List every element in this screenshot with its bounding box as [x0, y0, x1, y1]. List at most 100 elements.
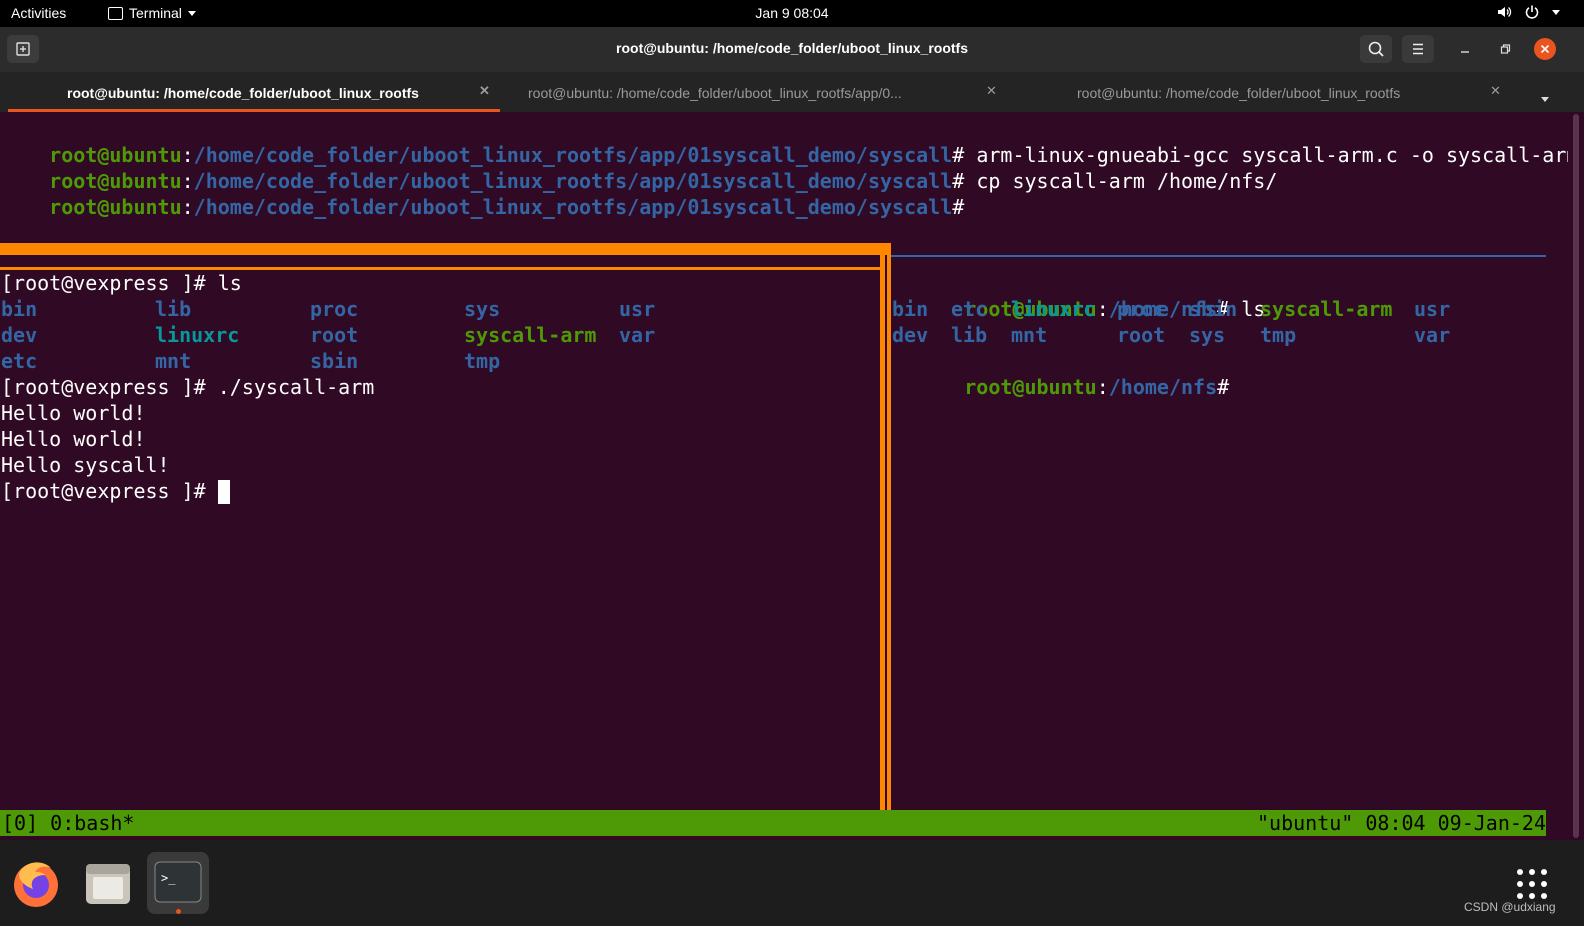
program-output-line: Hello world!	[1, 401, 146, 425]
dock-firefox[interactable]	[5, 852, 67, 914]
tmux-pane-border-active	[0, 243, 891, 255]
close-icon	[1540, 44, 1550, 54]
tmux-window-list[interactable]: [0] 0:bash*	[2, 810, 134, 836]
chevron-down-icon	[1541, 97, 1549, 102]
svg-text:>_: >_	[161, 871, 176, 885]
terminal-view[interactable]: root@ubuntu:/home/code_folder/uboot_linu…	[0, 112, 1578, 840]
ls-item: usr	[1414, 297, 1451, 321]
ls-item: dev	[1, 323, 38, 347]
tab-1[interactable]: root@ubuntu: /home/code_folder/uboot_lin…	[8, 72, 500, 112]
tab-label: root@ubuntu: /home/code_folder/uboot_lin…	[67, 85, 419, 101]
ls-item: syscall-arm	[1260, 297, 1393, 321]
new-tab-icon	[16, 42, 30, 56]
ls-item: usr	[619, 297, 656, 321]
power-icon	[1525, 5, 1539, 19]
tmux-status-right: "ubuntu" 08:04 09-Jan-24	[1257, 811, 1546, 835]
ls-item: var	[1414, 323, 1451, 347]
ls-item: linuxrc	[1011, 297, 1096, 321]
ls-item: etc	[1, 349, 38, 373]
top-bar: Activities Terminal Jan 9 08:04	[0, 0, 1584, 27]
restore-icon	[1500, 44, 1511, 54]
volume-icon	[1498, 7, 1512, 17]
tab-bar: root@ubuntu: /home/code_folder/uboot_lin…	[0, 72, 1584, 112]
ls-item: sbin	[1189, 297, 1238, 321]
close-window-button[interactable]	[1534, 38, 1556, 60]
terminal-line: root@ubuntu:/home/nfs#	[964, 375, 1230, 399]
ls-item: sys	[1189, 323, 1226, 347]
minimize-button[interactable]	[1456, 40, 1474, 58]
scrollbar-thumb[interactable]	[1573, 114, 1579, 838]
tab-close-icon[interactable]: ✕	[986, 83, 997, 99]
ls-item: sys	[464, 297, 501, 321]
ls-item: var	[619, 323, 656, 347]
ls-item: mnt	[155, 349, 192, 373]
dock-files[interactable]	[77, 852, 139, 914]
system-menu[interactable]	[1496, 4, 1560, 20]
ls-item: lib	[155, 297, 192, 321]
terminal-line: root@ubuntu:/home/code_folder/uboot_linu…	[49, 143, 1579, 167]
tab-close-icon[interactable]: ✕	[1490, 83, 1501, 99]
ls-item: tmp	[464, 349, 501, 373]
right-pane[interactable]: root@ubuntu:/home/nfs# ls bin etc linuxr…	[891, 270, 1546, 810]
search-button[interactable]	[1360, 35, 1392, 63]
firefox-icon	[14, 862, 58, 907]
dock: >_	[0, 840, 1584, 926]
terminal-line: root@ubuntu:/home/code_folder/uboot_linu…	[49, 169, 1278, 193]
running-indicator	[176, 909, 181, 914]
ls-item: linuxrc	[155, 323, 240, 347]
ls-item: root	[1117, 323, 1166, 347]
tmux-vertical-divider-gap	[885, 255, 887, 810]
files-icon	[86, 864, 130, 904]
tmux-pane-border-right	[891, 255, 1546, 257]
new-tab-button[interactable]	[7, 35, 39, 63]
ls-item: syscall-arm	[464, 323, 597, 347]
search-icon	[1368, 41, 1384, 57]
hamburger-menu-button[interactable]	[1402, 35, 1434, 63]
ls-item: proc	[1117, 297, 1166, 321]
tab-label: root@ubuntu: /home/code_folder/uboot_lin…	[1077, 85, 1401, 101]
terminal-app-icon	[108, 6, 123, 20]
terminal-line: [root@vexpress ]# ./syscall-arm	[1, 375, 375, 399]
ls-item: mnt	[1011, 323, 1048, 347]
tab-label: root@ubuntu: /home/code_folder/uboot_lin…	[528, 85, 902, 101]
terminal-line: root@ubuntu:/home/code_folder/uboot_linu…	[49, 195, 965, 219]
left-pane[interactable]: [root@vexpress ]# ls bin lib proc sys us…	[0, 270, 880, 810]
prompt-text: [root@vexpress ]#	[1, 479, 218, 503]
app-menu-label: Terminal	[129, 5, 182, 21]
ls-item: proc	[310, 297, 359, 321]
program-output-line: Hello world!	[1, 427, 146, 451]
chevron-down-icon	[1552, 9, 1560, 15]
terminal-icon: >_	[154, 861, 202, 903]
ls-row: bin	[1, 297, 38, 321]
program-output-line: Hello syscall!	[1, 453, 170, 477]
ls-item: etc	[951, 297, 988, 321]
window-title: root@ubuntu: /home/code_folder/uboot_lin…	[616, 40, 968, 56]
tab-list-button[interactable]	[1541, 89, 1549, 105]
tab-2[interactable]: root@ubuntu: /home/code_folder/uboot_lin…	[508, 72, 1008, 112]
chevron-down-icon	[187, 10, 196, 16]
terminal-line: [root@vexpress ]# ls	[1, 271, 242, 295]
watermark: CSDN @udxiang	[1464, 900, 1556, 914]
dock-terminal[interactable]: >_	[147, 852, 209, 914]
tab-3[interactable]: root@ubuntu: /home/code_folder/uboot_lin…	[1016, 72, 1516, 112]
ls-item: bin	[892, 297, 929, 321]
activities-button[interactable]: Activities	[11, 5, 66, 21]
terminal-scrollbar[interactable]	[1568, 112, 1584, 840]
tab-close-icon[interactable]: ✕	[479, 83, 490, 99]
hamburger-menu-icon	[1413, 43, 1423, 55]
app-menu[interactable]: Terminal	[108, 5, 196, 21]
ls-item: lib	[951, 323, 988, 347]
ls-item: dev	[892, 323, 929, 347]
ls-item: sbin	[310, 349, 359, 373]
terminal-line: root@ubuntu:/home/nfs# ls	[964, 297, 1266, 321]
text-cursor	[217, 480, 230, 504]
ls-item: root	[310, 323, 359, 347]
maximize-button[interactable]	[1496, 40, 1514, 58]
app-grid-icon	[1517, 869, 1547, 899]
window-header-bar: root@ubuntu: /home/code_folder/uboot_lin…	[0, 27, 1584, 72]
tmux-status-bar: [0] 0:bash* "ubuntu" 08:04 09-Jan-24	[0, 810, 1546, 836]
ls-item: tmp	[1260, 323, 1297, 347]
clock[interactable]: Jan 9 08:04	[755, 5, 828, 21]
terminal-line: [root@vexpress ]#	[1, 478, 230, 504]
minimize-icon	[1461, 51, 1469, 53]
